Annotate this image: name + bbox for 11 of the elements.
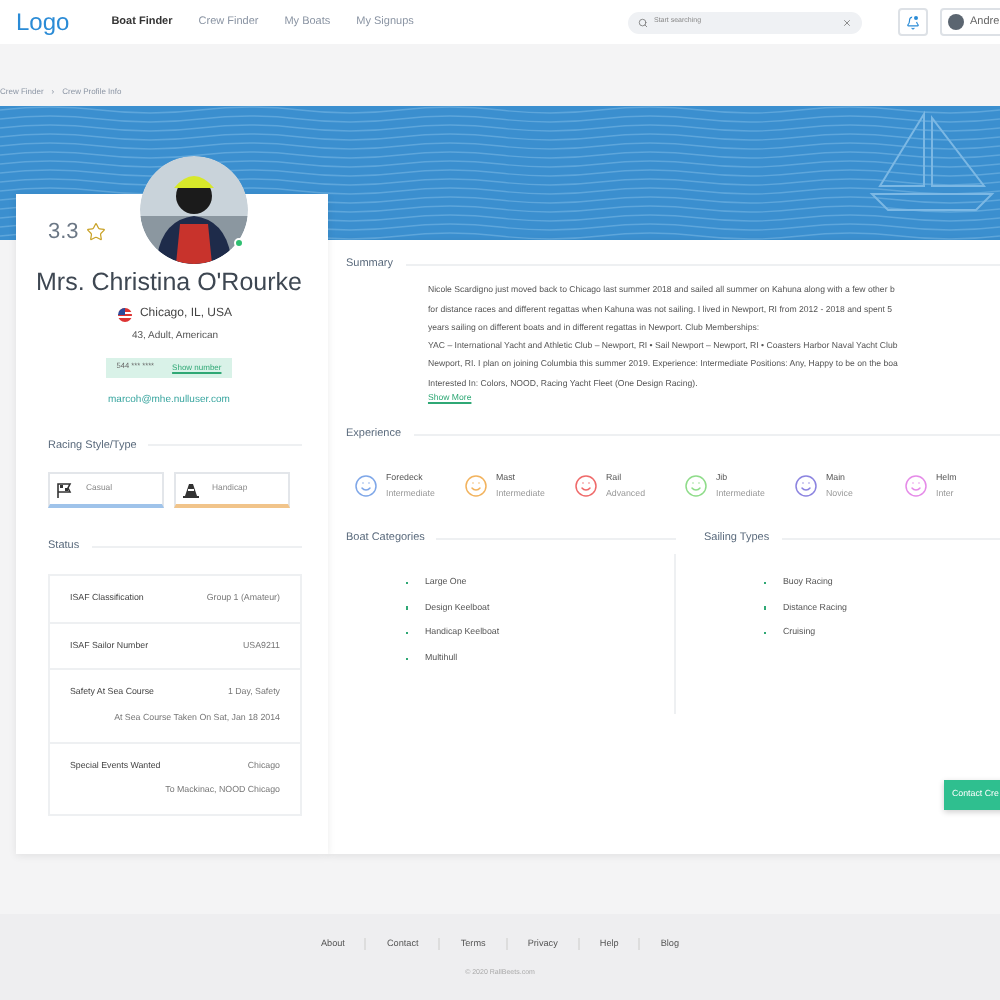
star-icon (86, 222, 107, 242)
traffic-cone-icon (182, 481, 200, 497)
bell-icon (906, 15, 920, 29)
notifications-button[interactable] (898, 8, 928, 36)
search-icon (638, 17, 648, 27)
rating-value: 3.3 (48, 217, 79, 248)
profile-name: Mrs. Christina O'Rourke (36, 266, 302, 300)
logo[interactable]: Logo (16, 10, 70, 34)
us-flag-icon (117, 307, 132, 322)
checkered-flag-icon (56, 481, 74, 497)
avatar-icon (948, 14, 964, 30)
